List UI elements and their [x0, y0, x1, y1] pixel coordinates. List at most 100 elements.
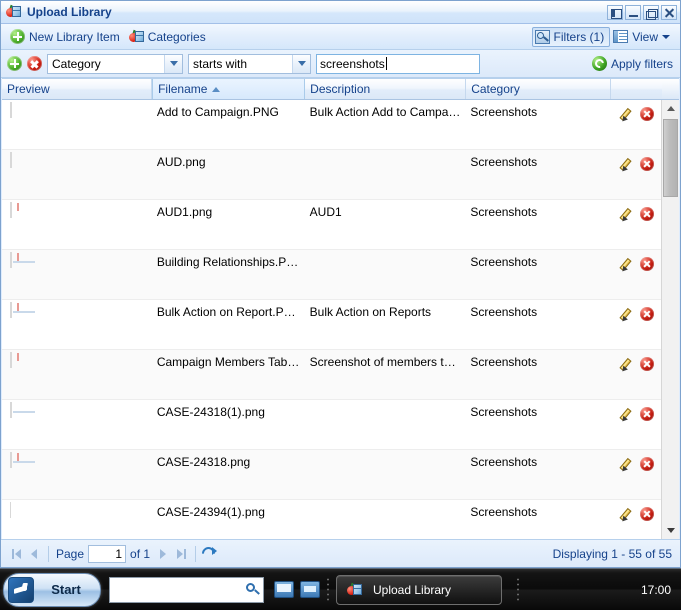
- edit-pencil-icon[interactable]: [619, 456, 636, 474]
- switch-window-icon[interactable]: [300, 581, 320, 598]
- grid-vertical-scrollbar[interactable]: [661, 100, 679, 539]
- scrollbar-thumb[interactable]: [663, 119, 678, 197]
- close-button[interactable]: [661, 4, 677, 20]
- delete-icon[interactable]: [640, 257, 655, 271]
- taskbar-search-input[interactable]: [109, 576, 264, 603]
- start-button[interactable]: Start: [3, 572, 101, 607]
- table-row[interactable]: CASE-24318(1).png Screenshots: [2, 400, 661, 450]
- thumbnail-preview: [10, 302, 35, 318]
- cell-category: Screenshots: [470, 405, 538, 419]
- library-icon: [347, 582, 363, 598]
- refresh-icon[interactable]: [201, 546, 218, 562]
- column-header-category[interactable]: Category: [466, 79, 612, 99]
- divider: [195, 545, 197, 562]
- previous-page-button[interactable]: [25, 545, 43, 563]
- edit-pencil-icon[interactable]: [619, 406, 636, 424]
- edit-pencil-icon[interactable]: [619, 256, 636, 274]
- cell-description: Bulk Action Add to Campaig…: [309, 105, 466, 119]
- cell-preview: [2, 300, 152, 349]
- cell-preview: [2, 350, 152, 399]
- filters-button[interactable]: Filters (1): [531, 26, 611, 47]
- column-label: Description: [310, 82, 371, 96]
- upload-library-window: Upload Library New Library Item Categori…: [0, 0, 681, 568]
- cell-actions: [610, 200, 661, 249]
- delete-icon[interactable]: [640, 457, 655, 471]
- table-row[interactable]: CASE-24394(1).png Screenshots: [2, 500, 661, 539]
- table-row[interactable]: Campaign Members Tab… Screenshot of memb…: [2, 350, 661, 400]
- table-row[interactable]: CASE-24318.png Screenshots: [2, 450, 661, 500]
- cell-preview: [2, 100, 152, 149]
- chevron-down-icon[interactable]: [164, 54, 182, 73]
- column-header-actions[interactable]: [611, 79, 662, 99]
- thumbnail-preview: [10, 352, 12, 368]
- delete-icon[interactable]: [640, 407, 655, 421]
- edit-pencil-icon[interactable]: [619, 106, 636, 124]
- delete-icon[interactable]: [640, 357, 655, 371]
- chevron-down-icon[interactable]: [292, 54, 310, 73]
- cell-actions: [610, 400, 661, 449]
- cell-description: AUD1: [309, 205, 342, 219]
- edit-pencil-icon[interactable]: [619, 206, 636, 224]
- column-header-description[interactable]: Description: [305, 79, 467, 99]
- filter-field-select[interactable]: Category: [47, 53, 183, 74]
- thumbnail-preview: [10, 102, 12, 118]
- page-number-input[interactable]: [88, 544, 127, 563]
- thumbnail-preview: [10, 202, 12, 218]
- library-grid: Preview Filename Description Category Ad…: [2, 78, 679, 539]
- table-row[interactable]: Building Relationships.PNG Screenshots: [2, 250, 661, 300]
- categories-button[interactable]: Categories: [126, 27, 212, 47]
- scroll-up-icon[interactable]: [662, 100, 679, 117]
- first-page-button[interactable]: [7, 545, 25, 563]
- table-row[interactable]: AUD1.png AUD1 Screenshots: [2, 200, 661, 250]
- library-icon: [6, 4, 22, 20]
- delete-icon[interactable]: [640, 507, 655, 521]
- show-desktop-icon[interactable]: [274, 581, 294, 598]
- last-page-button[interactable]: [172, 545, 190, 563]
- restore-button[interactable]: [643, 4, 659, 20]
- scroll-down-icon[interactable]: [662, 522, 679, 539]
- table-row[interactable]: AUD.png Screenshots: [2, 150, 661, 200]
- cell-filename: AUD.png: [156, 155, 206, 169]
- screen: Upload Library New Library Item Categori…: [0, 0, 681, 610]
- cell-description: [305, 250, 466, 299]
- apply-filters-button[interactable]: Apply filters: [591, 56, 675, 71]
- column-label: Filename: [158, 82, 208, 96]
- filter-value-input[interactable]: screenshots: [316, 53, 480, 74]
- taskbar-grip[interactable]: [326, 576, 330, 603]
- table-row[interactable]: Add to Campaign.PNG Bulk Action Add to C…: [2, 100, 661, 150]
- edit-pencil-icon[interactable]: [619, 306, 636, 324]
- view-button[interactable]: View: [610, 27, 676, 47]
- cell-category: Screenshots: [470, 305, 538, 319]
- grid-header-row: Preview Filename Description Category: [2, 79, 679, 100]
- start-label: Start: [51, 582, 81, 597]
- cell-preview: [2, 200, 152, 249]
- cell-actions: [610, 250, 661, 299]
- cell-actions: [610, 300, 661, 349]
- delete-icon[interactable]: [640, 157, 655, 171]
- edit-pencil-icon[interactable]: [619, 506, 636, 524]
- cell-category: Screenshots: [470, 255, 538, 269]
- edit-pencil-icon[interactable]: [619, 356, 636, 374]
- column-header-filename[interactable]: Filename: [152, 79, 306, 99]
- delete-icon[interactable]: [640, 307, 655, 321]
- cell-actions: [610, 150, 661, 199]
- remove-filter-icon[interactable]: [27, 56, 42, 71]
- column-header-preview[interactable]: Preview: [2, 79, 153, 99]
- delete-icon[interactable]: [640, 207, 655, 221]
- minimize-button[interactable]: [625, 4, 641, 20]
- divider: [48, 545, 49, 562]
- taskbar-clock[interactable]: 17:00: [641, 583, 675, 597]
- next-page-button[interactable]: [154, 545, 172, 563]
- table-row[interactable]: Bulk Action on Report.PNG Bulk Action on…: [2, 300, 661, 350]
- taskbar-item-upload-library[interactable]: Upload Library: [336, 574, 502, 605]
- delete-icon[interactable]: [640, 107, 655, 121]
- filter-operator-select[interactable]: starts with: [188, 53, 311, 74]
- taskbar-grip[interactable]: [516, 576, 520, 603]
- new-library-item-button[interactable]: New Library Item: [7, 27, 126, 47]
- add-filter-icon[interactable]: [7, 56, 22, 71]
- collapse-button[interactable]: [607, 4, 623, 20]
- paging-status: Displaying 1 - 55 of 55: [552, 546, 672, 561]
- cell-filename: Campaign Members Tab…: [156, 355, 300, 369]
- scrollbar-track[interactable]: [662, 117, 679, 522]
- edit-pencil-icon[interactable]: [619, 156, 636, 174]
